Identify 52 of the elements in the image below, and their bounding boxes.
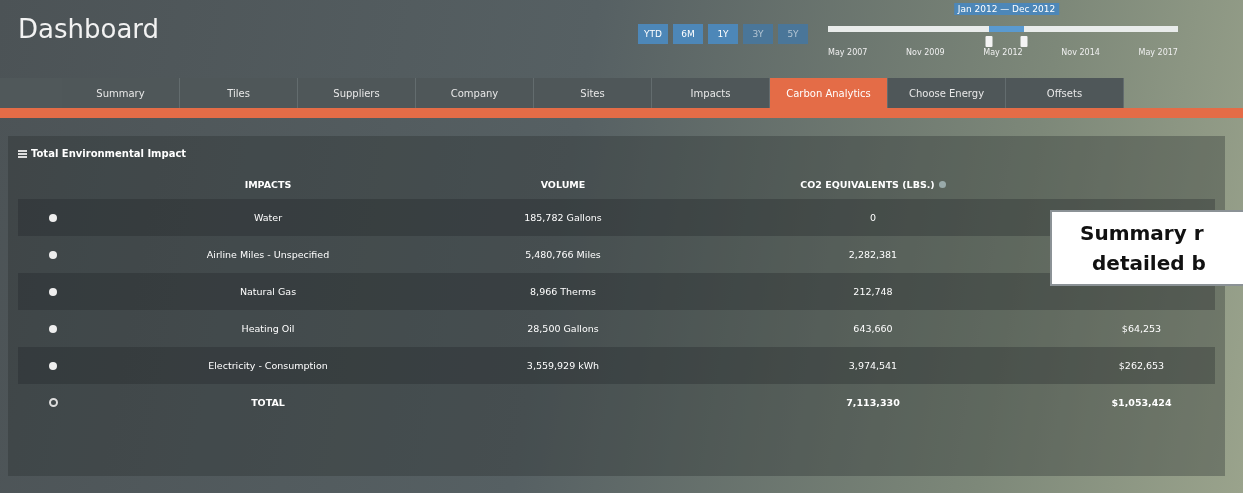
table-cell-text: 8,966 Therms xyxy=(529,286,597,297)
tick-label: Nov 2014 xyxy=(1061,48,1100,57)
table-cell-text: 643,660 xyxy=(852,323,894,334)
nav-tab[interactable]: Choose Energy xyxy=(888,78,1006,108)
tick-label: May 2017 xyxy=(1138,48,1178,57)
bullet-icon xyxy=(49,361,57,370)
table-cell-text: $1,053,424 xyxy=(1110,397,1173,408)
nav-tab[interactable]: Impacts xyxy=(652,78,770,108)
table-cell-text: 212,748 xyxy=(852,286,894,297)
nav-tab[interactable]: Suppliers xyxy=(298,78,416,108)
nav-tab[interactable]: Company xyxy=(416,78,534,108)
table-cell-text: 3,559,929 kWh xyxy=(525,360,601,371)
page-title: Dashboard xyxy=(18,14,161,44)
table-cell-text: 7,113,330 xyxy=(845,397,901,408)
range-button[interactable]: 1Y xyxy=(708,24,738,44)
table-cell-text: 28,500 Gallons xyxy=(526,323,600,334)
tick-label: May 2007 xyxy=(828,48,868,57)
bullet-icon xyxy=(49,287,57,296)
info-icon xyxy=(938,180,946,188)
nav-tab[interactable]: Offsets xyxy=(1006,78,1124,108)
table-cell-text: $262,653 xyxy=(1117,360,1166,371)
list-icon xyxy=(18,149,27,158)
table-cell-text: $64,253 xyxy=(1120,323,1163,334)
table-cell-text: 5,480,766 Miles xyxy=(524,249,602,260)
table-cell-text: 0 xyxy=(868,212,877,223)
total-marker-icon xyxy=(48,398,58,407)
callout-text: Summary r xyxy=(1080,220,1205,247)
column-header: IMPACTS xyxy=(243,178,293,190)
table-cell-text: 185,782 Gallons xyxy=(523,212,603,223)
table-cell-text: 3,974,541 xyxy=(847,360,899,371)
tick-label: May 2012 xyxy=(983,48,1023,57)
table-cell-text: 2,282,381 xyxy=(847,249,899,260)
range-tooltip: Jan 2012 — Dec 2012 xyxy=(953,3,1060,15)
table-cell-text: Water xyxy=(252,212,284,223)
tick-label: Nov 2009 xyxy=(906,48,945,57)
range-button[interactable]: YTD xyxy=(638,24,668,44)
bullet-icon xyxy=(49,250,57,259)
callout-text: detailed b xyxy=(1091,250,1207,277)
range-button[interactable]: 6M xyxy=(673,24,703,44)
table-cell-text: Airline Miles - Unspecified xyxy=(205,249,331,260)
slider-handle[interactable] xyxy=(1020,36,1028,47)
panel-title: Total Environmental Impact xyxy=(31,148,187,159)
column-header: VOLUME xyxy=(539,178,587,190)
bullet-icon xyxy=(49,324,57,333)
table-cell-text: TOTAL xyxy=(250,397,286,408)
slider-handle[interactable] xyxy=(985,36,993,47)
table-cell-text: Natural Gas xyxy=(238,286,298,297)
nav-tab[interactable]: Sites xyxy=(534,78,652,108)
table-cell-text: Heating Oil xyxy=(240,323,296,334)
bullet-icon xyxy=(49,213,57,222)
table-cell-text: Electricity - Consumption xyxy=(207,360,329,371)
column-header: CO2 EQUIVALENTS (LBS.) xyxy=(800,178,935,190)
